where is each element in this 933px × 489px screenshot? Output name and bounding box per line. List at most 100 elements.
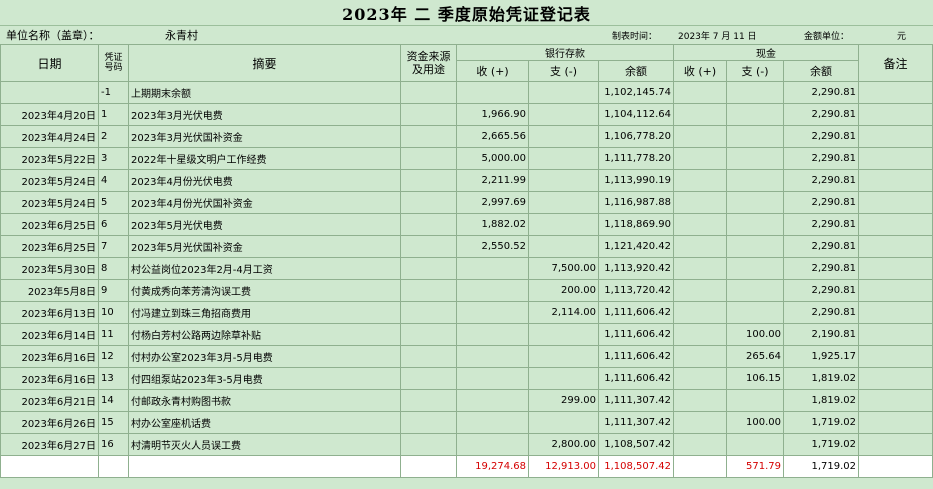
cell-summary[interactable]: 2023年3月光伏国补资金 (128, 125, 401, 148)
cell-summary[interactable]: 2023年3月光伏电费 (128, 103, 401, 126)
cell-bank-balance[interactable]: 1,111,307.42 (598, 389, 674, 412)
cell-fund-source[interactable] (400, 345, 457, 368)
cell-fund-source[interactable] (400, 411, 457, 434)
cell-summary[interactable]: 2022年十星级文明户工作经费 (128, 147, 401, 170)
cell-date[interactable]: 2023年6月27日 (0, 433, 99, 456)
cell-voucher-no[interactable]: 9 (98, 279, 129, 302)
cell-summary[interactable]: 村公益岗位2023年2月-4月工资 (128, 257, 401, 280)
cell-voucher-no[interactable]: 11 (98, 323, 129, 346)
cell-remarks[interactable] (858, 301, 933, 324)
cell-remarks[interactable] (858, 367, 933, 390)
cell-voucher-no[interactable]: 5 (98, 191, 129, 214)
cell-voucher-no[interactable]: 16 (98, 433, 129, 456)
cell-cash-income[interactable] (673, 345, 727, 368)
cell-cash-balance[interactable]: 2,290.81 (782, 147, 860, 170)
cell-cash-expense[interactable] (726, 433, 784, 456)
cell-remarks[interactable] (858, 389, 933, 412)
cell-voucher-no[interactable]: 3 (98, 147, 129, 170)
cell-bank-expense[interactable] (528, 191, 599, 214)
cell-date[interactable]: 2023年5月22日 (0, 147, 99, 170)
cell-total-cash-balance[interactable]: 1,719.02 (782, 455, 860, 478)
cell-cash-expense[interactable] (726, 147, 784, 170)
cell-bank-income[interactable] (456, 301, 529, 324)
cell-bank-income[interactable]: 5,000.00 (456, 147, 529, 170)
cell-remarks[interactable] (858, 125, 933, 148)
cell-bank-expense[interactable]: 2,800.00 (528, 433, 599, 456)
cell-cash-income[interactable] (673, 257, 727, 280)
cell-date[interactable]: 2023年5月24日 (0, 169, 99, 192)
cell-cash-balance[interactable]: 2,290.81 (782, 191, 860, 214)
cell-cash-balance[interactable]: 2,190.81 (782, 323, 860, 346)
cell-summary[interactable]: 上期期末余额 (128, 81, 401, 104)
cell-cash-income[interactable] (673, 81, 727, 104)
cell-date[interactable]: 2023年4月20日 (0, 103, 99, 126)
cell-bank-balance[interactable]: 1,111,606.42 (598, 301, 674, 324)
cell-remarks[interactable] (858, 433, 933, 456)
cell-bank-expense[interactable]: 200.00 (528, 279, 599, 302)
cell-bank-income[interactable]: 2,211.99 (456, 169, 529, 192)
cell-bank-expense[interactable] (528, 169, 599, 192)
cell-fund-source[interactable] (400, 235, 457, 258)
cell-date[interactable]: 2023年5月24日 (0, 191, 99, 214)
cell-cash-balance[interactable]: 2,290.81 (782, 169, 860, 192)
cell-bank-balance[interactable]: 1,118,869.90 (598, 213, 674, 236)
cell-fund-source[interactable] (400, 191, 457, 214)
cell-voucher-no[interactable]: 2 (98, 125, 129, 148)
cell-fund-source[interactable] (400, 103, 457, 126)
cell-total-voucher-no[interactable] (98, 455, 129, 478)
cell-fund-source[interactable] (400, 389, 457, 412)
cell-bank-balance[interactable]: 1,113,720.42 (598, 279, 674, 302)
cell-date[interactable]: 2023年6月14日 (0, 323, 99, 346)
cell-cash-income[interactable] (673, 301, 727, 324)
cell-bank-balance[interactable]: 1,116,987.88 (598, 191, 674, 214)
cell-cash-expense[interactable]: 106.15 (726, 367, 784, 390)
cell-cash-income[interactable] (673, 125, 727, 148)
cell-cash-expense[interactable]: 100.00 (726, 411, 784, 434)
cell-summary[interactable]: 付杨白芳村公路两边除草补贴 (128, 323, 401, 346)
cell-bank-balance[interactable]: 1,106,778.20 (598, 125, 674, 148)
cell-cash-expense[interactable] (726, 389, 784, 412)
cell-bank-balance[interactable]: 1,111,307.42 (598, 411, 674, 434)
cell-total-cash-expense[interactable]: 571.79 (726, 455, 784, 478)
cell-bank-balance[interactable]: 1,111,606.42 (598, 367, 674, 390)
cell-voucher-no[interactable]: 1 (98, 103, 129, 126)
cell-voucher-no[interactable]: 7 (98, 235, 129, 258)
cell-summary[interactable]: 2023年5月光伏国补资金 (128, 235, 401, 258)
cell-date[interactable]: 2023年6月25日 (0, 213, 99, 236)
cell-total-date[interactable] (0, 455, 99, 478)
cell-bank-expense[interactable] (528, 213, 599, 236)
cell-bank-balance[interactable]: 1,102,145.74 (598, 81, 674, 104)
cell-cash-expense[interactable] (726, 257, 784, 280)
cell-bank-expense[interactable] (528, 367, 599, 390)
cell-date[interactable]: 2023年6月26日 (0, 411, 99, 434)
cell-date[interactable]: 2023年5月8日 (0, 279, 99, 302)
cell-summary[interactable]: 付冯建立到珠三角招商费用 (128, 301, 401, 324)
cell-voucher-no[interactable]: 10 (98, 301, 129, 324)
cell-cash-balance[interactable]: 2,290.81 (782, 213, 860, 236)
cell-cash-balance[interactable]: 2,290.81 (782, 301, 860, 324)
cell-cash-expense[interactable] (726, 81, 784, 104)
cell-bank-income[interactable] (456, 257, 529, 280)
cell-bank-income[interactable] (456, 345, 529, 368)
cell-total-fund-source[interactable] (400, 455, 457, 478)
cell-remarks[interactable] (858, 345, 933, 368)
cell-summary[interactable]: 村办公室座机话费 (128, 411, 401, 434)
cell-bank-income[interactable]: 2,665.56 (456, 125, 529, 148)
cell-summary[interactable]: 2023年4月份光伏电费 (128, 169, 401, 192)
cell-cash-income[interactable] (673, 279, 727, 302)
cell-summary[interactable]: 2023年5月光伏电费 (128, 213, 401, 236)
cell-bank-expense[interactable]: 7,500.00 (528, 257, 599, 280)
cell-bank-balance[interactable]: 1,111,606.42 (598, 323, 674, 346)
cell-remarks[interactable] (858, 323, 933, 346)
cell-bank-expense[interactable] (528, 323, 599, 346)
cell-bank-balance[interactable]: 1,108,507.42 (598, 433, 674, 456)
cell-remarks[interactable] (858, 103, 933, 126)
cell-bank-balance[interactable]: 1,111,778.20 (598, 147, 674, 170)
cell-cash-expense[interactable] (726, 213, 784, 236)
cell-date[interactable]: 2023年6月16日 (0, 345, 99, 368)
cell-total-bank-balance[interactable]: 1,108,507.42 (598, 455, 674, 478)
cell-cash-income[interactable] (673, 411, 727, 434)
cell-fund-source[interactable] (400, 433, 457, 456)
cell-bank-expense[interactable] (528, 345, 599, 368)
cell-remarks[interactable] (858, 257, 933, 280)
